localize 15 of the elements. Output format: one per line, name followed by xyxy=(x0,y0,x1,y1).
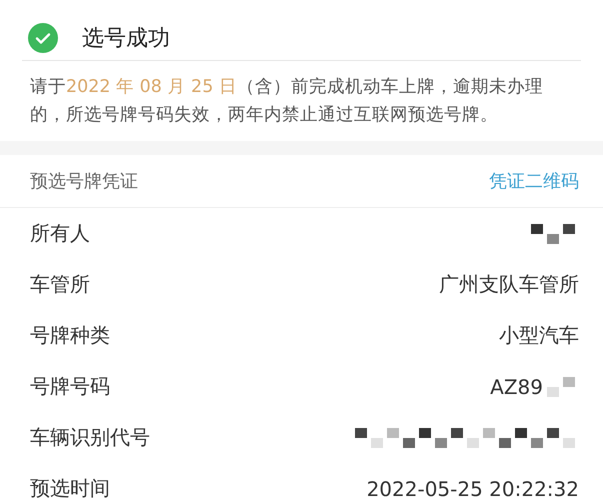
field-value: 广州支队车管所 xyxy=(439,271,579,298)
qr-code-link[interactable]: 凭证二维码 xyxy=(489,169,579,193)
field-label: 车辆识别代号 xyxy=(30,424,150,451)
field-label: 号牌号码 xyxy=(30,373,110,400)
field-label: 预选时间 xyxy=(30,475,110,500)
field-label: 号牌种类 xyxy=(30,322,110,349)
section-label: 预选号牌凭证 xyxy=(30,170,138,193)
field-value: 2022-05-25 20:22:32 xyxy=(366,476,579,500)
page-title: 选号成功 xyxy=(82,25,170,53)
field-value: AZ89 xyxy=(490,374,543,398)
success-check-icon xyxy=(28,23,58,53)
field-label: 所有人 xyxy=(30,220,90,247)
field-value: 小型汽车 xyxy=(499,322,579,349)
deadline-notice: 请于2022 年 08 月 25 日（含）前完成机动车上牌，逾期未办理的，所选号牌号码失效，两年内禁止通过互联网预选号牌。 xyxy=(29,76,544,127)
field-label: 车管所 xyxy=(30,271,90,298)
